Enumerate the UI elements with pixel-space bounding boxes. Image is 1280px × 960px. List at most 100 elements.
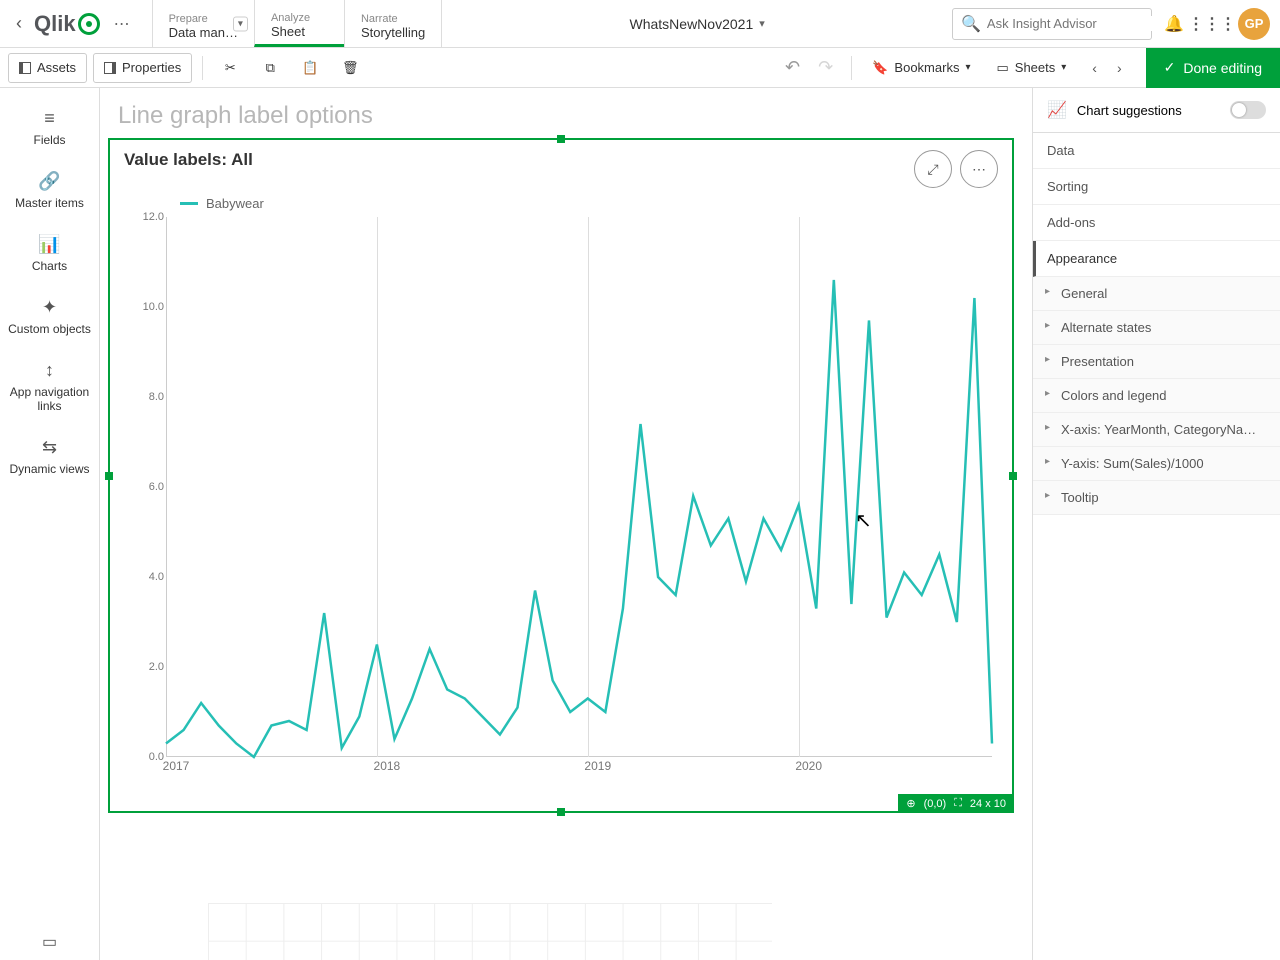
- appearance-y-axis[interactable]: Y-axis: Sum(Sales)/1000: [1033, 447, 1280, 481]
- x-axis: 2017 2018 2019 2020: [166, 759, 992, 777]
- search-input[interactable]: [987, 16, 1163, 31]
- appearance-presentation[interactable]: Presentation: [1033, 345, 1280, 379]
- x-tick-label: 2017: [163, 759, 190, 773]
- sidebar-item-fields[interactable]: ≡Fields: [0, 98, 99, 157]
- sidebar-item-dynamic[interactable]: ⇆ Dynamic views: [0, 427, 99, 486]
- divider: [851, 56, 852, 80]
- sheets-dropdown[interactable]: ▭Sheets▾: [986, 53, 1076, 83]
- y-tick-label: 12.0: [143, 211, 164, 223]
- appearance-colors-legend[interactable]: Colors and legend: [1033, 379, 1280, 413]
- resize-handle-right[interactable]: [1009, 472, 1017, 480]
- properties-panel: 📈 Chart suggestions Data Sorting Add-ons…: [1032, 88, 1280, 960]
- undo-button[interactable]: ↶: [777, 53, 808, 82]
- bell-icon[interactable]: 🔔: [1158, 8, 1190, 40]
- delete-button[interactable]: 🗑: [333, 53, 367, 83]
- y-axis: 0.02.04.06.08.010.012.0: [124, 217, 164, 757]
- sidebar-label: Charts: [32, 259, 67, 273]
- copy-button[interactable]: ⧉: [253, 53, 287, 83]
- appearance-tooltip[interactable]: Tooltip: [1033, 481, 1280, 515]
- sidebar-label: Custom objects: [8, 322, 91, 336]
- line-chart-icon: 📈: [1047, 100, 1067, 120]
- panel-left-icon: [19, 62, 31, 74]
- more-dots-icon[interactable]: ⋯: [106, 10, 138, 38]
- copy-icon: ⧉: [266, 60, 275, 76]
- expand-icon: ⤢: [927, 161, 938, 178]
- appearance-alternate-states[interactable]: Alternate states: [1033, 311, 1280, 345]
- dynamic-icon: ⇆: [4, 437, 95, 458]
- chart-more-button[interactable]: ⋯: [960, 150, 998, 188]
- next-sheet-button[interactable]: ›: [1107, 56, 1132, 80]
- sheet-icon: ▭: [996, 60, 1008, 76]
- nav-tab-analyze[interactable]: Analyze Sheet: [254, 0, 344, 47]
- sheet-title[interactable]: Line graph label options: [100, 88, 1032, 140]
- paste-button[interactable]: 📋: [293, 53, 327, 83]
- panel-section-data[interactable]: Data: [1033, 133, 1280, 169]
- app-name-dropdown[interactable]: WhatsNewNov2021 ▾: [448, 16, 946, 32]
- appearance-x-axis[interactable]: X-axis: YearMonth, CategoryNa…: [1033, 413, 1280, 447]
- legend-swatch: [180, 202, 198, 205]
- resize-handle-left[interactable]: [105, 472, 113, 480]
- sidebar-item-master[interactable]: 🔗Master items: [0, 161, 99, 220]
- insight-search-box[interactable]: 🔍: [952, 8, 1152, 40]
- nav-sup-label: Prepare: [169, 13, 238, 25]
- assets-toggle[interactable]: Assets: [8, 53, 87, 83]
- app-name-text: WhatsNewNov2021: [630, 16, 754, 32]
- done-editing-button[interactable]: ✓Done editing: [1146, 48, 1280, 88]
- line-chart-object[interactable]: Value labels: All ⤢ ⋯ Babywear 0.02.04.0…: [108, 138, 1014, 813]
- chevron-down-icon: ▾: [1061, 62, 1066, 73]
- sidebar-item-custom[interactable]: ✦Custom objects: [0, 287, 99, 346]
- grid-background: [208, 903, 772, 960]
- divider: [202, 56, 203, 80]
- redo-button[interactable]: ↷: [810, 53, 841, 82]
- coord-size: 24 x 10: [970, 798, 1006, 810]
- apps-grid-icon[interactable]: ⋮⋮⋮: [1196, 8, 1228, 40]
- properties-label: Properties: [122, 60, 181, 75]
- undo-redo-group: ↶ ↷: [777, 53, 841, 82]
- data-line: [166, 280, 992, 757]
- size-icon: ⛶: [954, 797, 962, 810]
- more-icon: ⋯: [972, 161, 986, 178]
- nav-main-label: Data man…: [169, 25, 238, 40]
- panel-section-sorting[interactable]: Sorting: [1033, 169, 1280, 205]
- bookmarks-dropdown[interactable]: 🔖Bookmarks▾: [862, 53, 980, 83]
- collapse-icon: ▭: [42, 934, 57, 951]
- sidebar-label: App navigation links: [10, 385, 89, 413]
- bookmark-icon: 🔖: [872, 60, 888, 76]
- appearance-general[interactable]: General: [1033, 277, 1280, 311]
- nav-tab-narrate[interactable]: Narrate Storytelling: [344, 0, 442, 47]
- sidebar-collapse-button[interactable]: ▭: [0, 932, 99, 952]
- y-tick-label: 6.0: [149, 481, 164, 493]
- chart-icon: 📊: [4, 234, 95, 255]
- x-tick-label: 2018: [374, 759, 401, 773]
- sidebar-label: Fields: [33, 133, 65, 147]
- check-icon: ✓: [1164, 59, 1176, 76]
- assets-sidebar: ≡Fields 🔗Master items 📊 Charts ✦Custom ob…: [0, 88, 100, 960]
- nav-sup-label: Analyze: [271, 12, 328, 24]
- top-header: ‹ Qlik ⋯ Prepare Data man… Analyze Sheet…: [0, 0, 1280, 48]
- cut-button[interactable]: ✂: [213, 53, 247, 83]
- fullscreen-button[interactable]: ⤢: [914, 150, 952, 188]
- y-tick-label: 8.0: [149, 391, 164, 403]
- sidebar-item-charts[interactable]: 📊 Charts: [0, 224, 99, 283]
- hub-nav-tabs: Prepare Data man… Analyze Sheet Narrate …: [152, 0, 443, 47]
- panel-section-appearance[interactable]: Appearance: [1033, 241, 1280, 277]
- chart-title: Value labels: All: [124, 150, 253, 170]
- user-avatar[interactable]: GP: [1238, 8, 1270, 40]
- nav-tab-prepare[interactable]: Prepare Data man…: [152, 0, 254, 47]
- back-arrow-icon[interactable]: ‹: [10, 9, 28, 38]
- panel-section-addons[interactable]: Add-ons: [1033, 205, 1280, 241]
- legend-series-label: Babywear: [206, 196, 264, 211]
- x-tick-label: 2019: [584, 759, 611, 773]
- suggestions-toggle[interactable]: [1230, 101, 1266, 119]
- sidebar-item-nav-links[interactable]: ↕App navigation links: [0, 350, 99, 423]
- plot-area: 0.02.04.06.08.010.012.0 2017201820192020: [166, 217, 992, 757]
- trash-icon: 🗑: [342, 60, 359, 76]
- sidebar-label: Dynamic views: [9, 462, 89, 476]
- suggestions-label: Chart suggestions: [1077, 103, 1182, 118]
- properties-toggle[interactable]: Properties: [93, 53, 192, 83]
- prev-sheet-button[interactable]: ‹: [1082, 56, 1107, 80]
- qlik-logo[interactable]: Qlik: [34, 11, 100, 37]
- bookmarks-label: Bookmarks: [894, 60, 959, 75]
- paste-icon: 📋: [302, 60, 318, 76]
- x-tick-label: 2020: [795, 759, 822, 773]
